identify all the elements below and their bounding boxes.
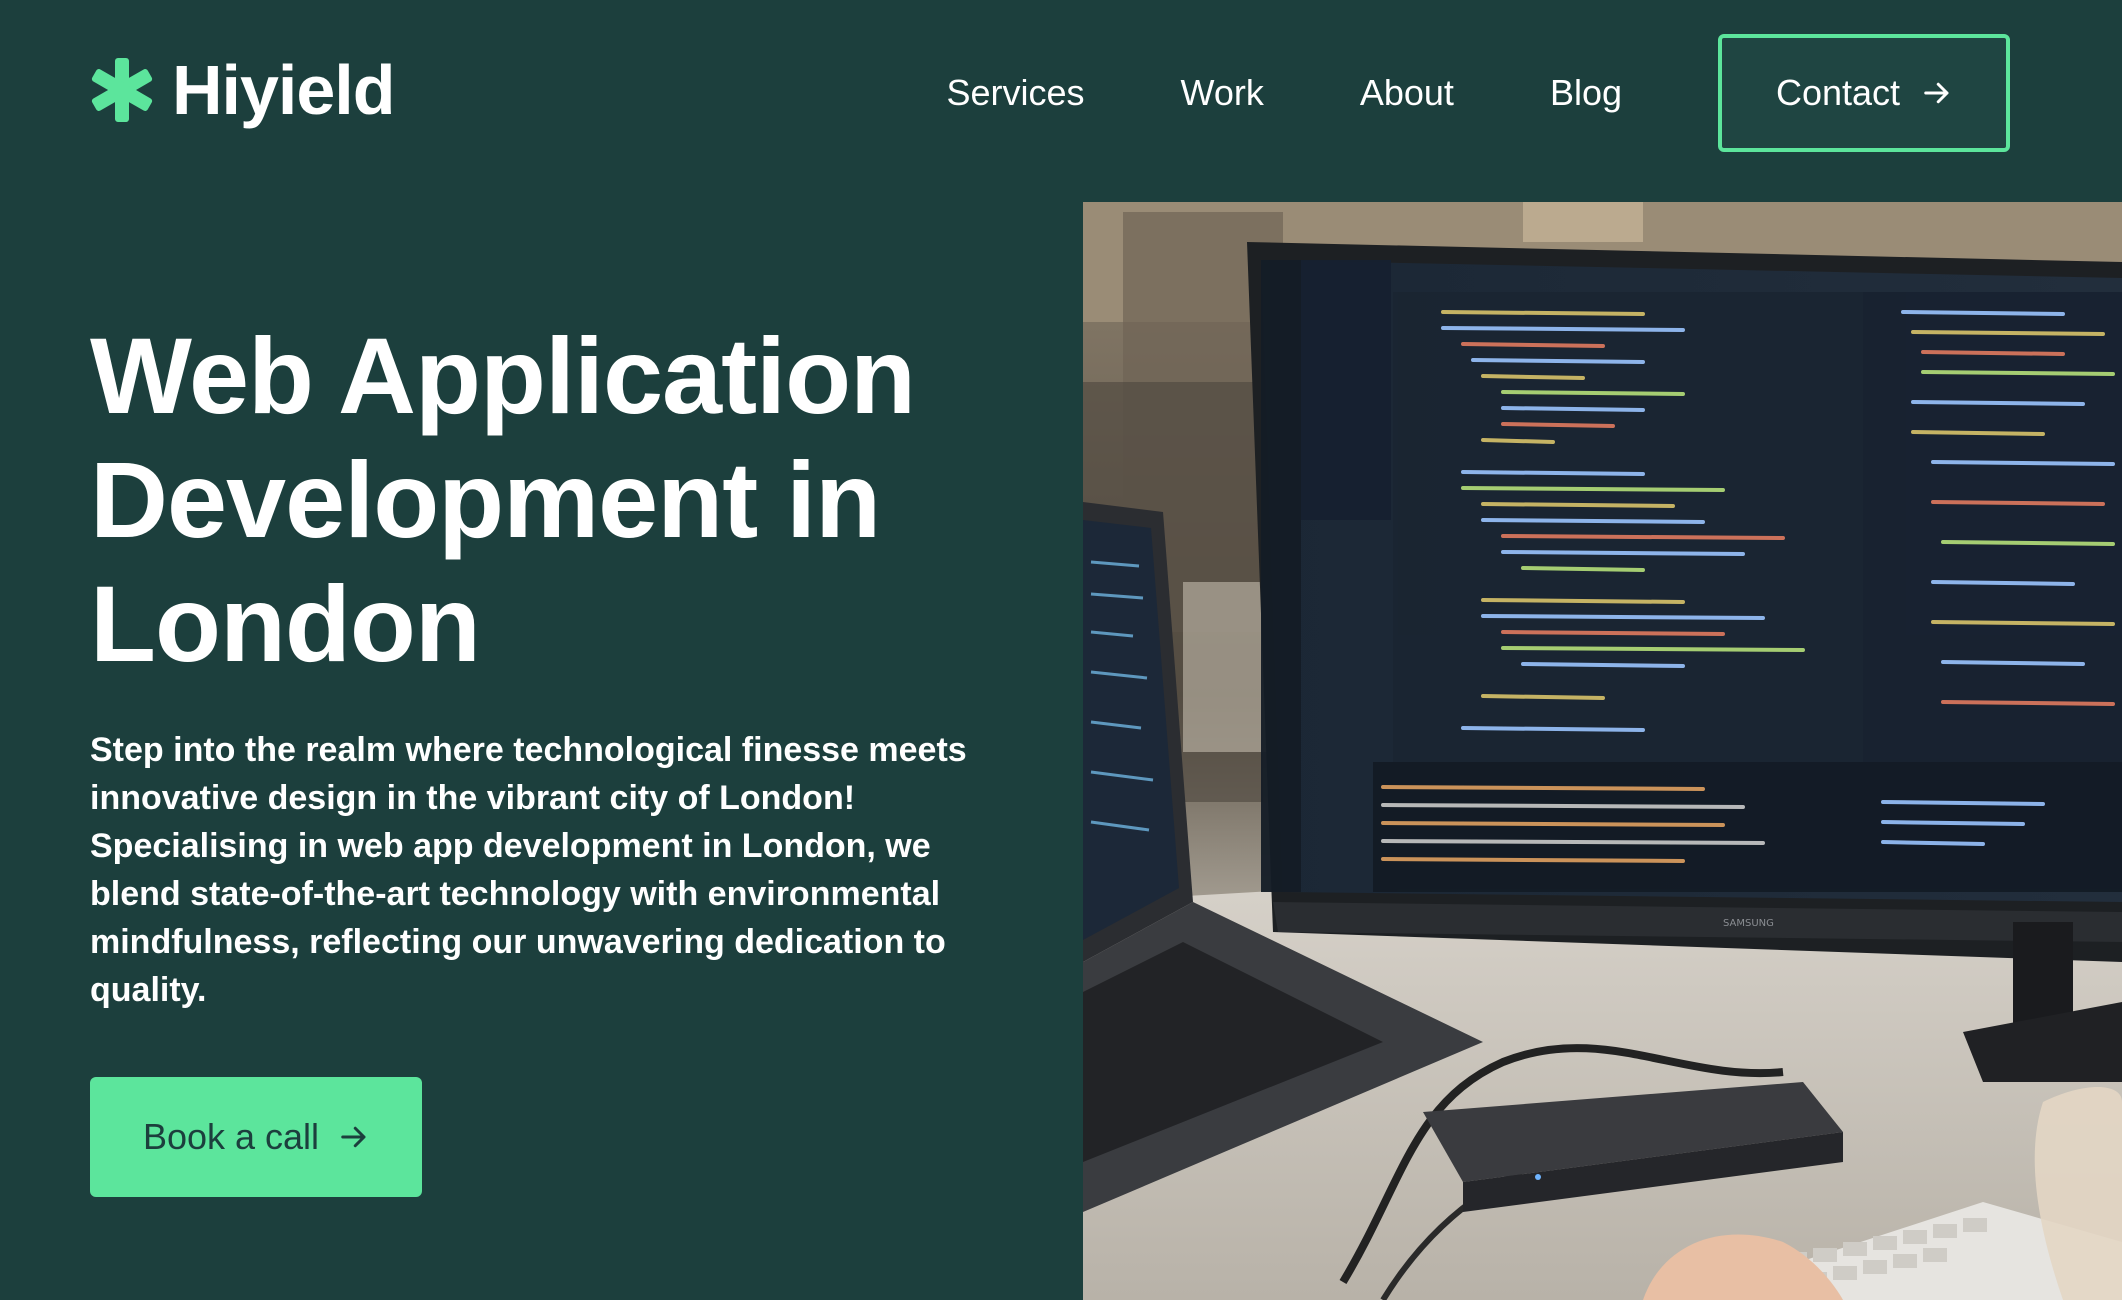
- monitor-brand-label: SAMSUNG: [1723, 918, 1774, 929]
- hero-title: Web Application Development in London: [90, 314, 990, 686]
- book-a-call-button[interactable]: Book a call: [90, 1077, 422, 1197]
- contact-label: Contact: [1775, 72, 1901, 113]
- nav-about[interactable]: About: [1360, 72, 1454, 114]
- nav-blog[interactable]: Blog: [1550, 72, 1622, 114]
- logo-link[interactable]: Hiyield: [90, 50, 396, 130]
- nav-work[interactable]: Work: [1181, 72, 1264, 114]
- brand-name: Hiyield: [172, 51, 396, 129]
- monitor-with-code-photo: SAMSUNG: [1083, 202, 2122, 1300]
- asterisk-icon: [91, 58, 153, 122]
- hero-image: SAMSUNG: [1083, 202, 2122, 1300]
- hero-title-line-2: Development in: [90, 439, 881, 560]
- book-a-call-label: Book a call: [142, 1116, 320, 1157]
- hero-title-line-1: Web Application: [90, 315, 916, 436]
- page: Hiyield Services Work About Blog Contact…: [0, 0, 2122, 1300]
- arrow-right-icon: [1924, 82, 1949, 104]
- nav-services[interactable]: Services: [946, 72, 1084, 114]
- arrow-right-icon: [341, 1126, 366, 1148]
- hero-description: Step into the realm where technological …: [90, 731, 967, 1009]
- hero-title-line-3: London: [90, 563, 481, 684]
- main-nav: Services Work About Blog Contact: [946, 34, 2010, 152]
- contact-button[interactable]: Contact: [1718, 34, 2010, 152]
